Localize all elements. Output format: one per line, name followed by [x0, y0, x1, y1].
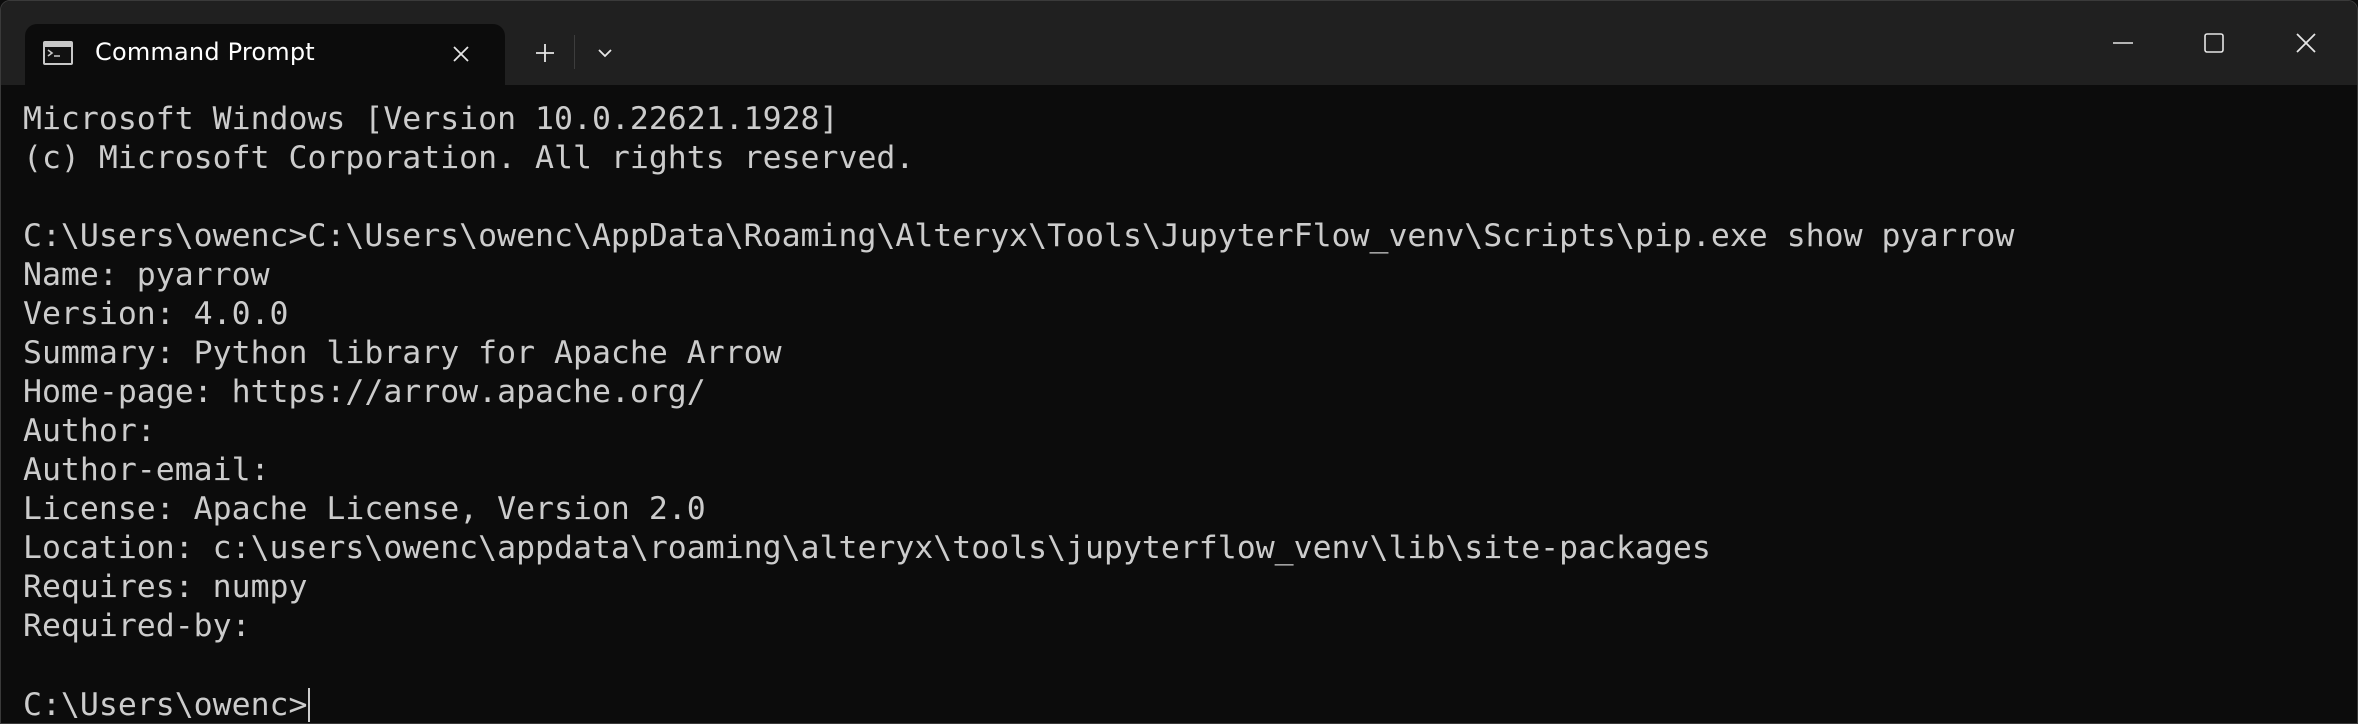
title-bar[interactable]: Command Prompt: [1, 1, 2357, 85]
minimize-button[interactable]: [2093, 15, 2153, 71]
terminal-line: License: Apache License, Version 2.0: [23, 491, 706, 527]
terminal-line: Requires: numpy: [23, 569, 308, 605]
terminal-line: (c) Microsoft Corporation. All rights re…: [23, 140, 915, 176]
terminal-line: Version: 4.0.0: [23, 296, 289, 332]
terminal-line: Summary: Python library for Apache Arrow: [23, 335, 782, 371]
tab-title: Command Prompt: [95, 38, 315, 66]
tab-dropdown-button[interactable]: [583, 33, 627, 73]
close-icon: [2296, 33, 2316, 53]
terminal-line: Location: c:\users\owenc\appdata\roaming…: [23, 530, 1711, 566]
text-cursor: [308, 687, 311, 722]
chevron-down-icon: [598, 49, 612, 58]
tab-divider: [574, 35, 575, 69]
maximize-icon: [2204, 33, 2224, 53]
prompt-text: C:\Users\owenc>: [23, 686, 308, 723]
new-tab-button[interactable]: [523, 33, 567, 73]
terminal-line: Home-page: https://arrow.apache.org/: [23, 374, 706, 410]
tab-command-prompt[interactable]: Command Prompt: [25, 24, 505, 85]
tab-close-button[interactable]: [445, 38, 477, 70]
close-window-button[interactable]: [2276, 15, 2336, 71]
terminal-line: Name: pyarrow: [23, 257, 270, 293]
maximize-button[interactable]: [2184, 15, 2244, 71]
terminal-line: Microsoft Windows [Version 10.0.22621.19…: [23, 101, 839, 137]
terminal-line: Author:: [23, 413, 156, 449]
plus-icon: [536, 44, 554, 62]
minimize-icon: [2113, 42, 2133, 44]
terminal-line: C:\Users\owenc>C:\Users\owenc\AppData\Ro…: [23, 218, 2015, 254]
terminal-icon: [43, 41, 73, 65]
command-prompt-line[interactable]: C:\Users\owenc>: [23, 685, 2343, 723]
terminal-output[interactable]: Microsoft Windows [Version 10.0.22621.19…: [23, 100, 2343, 723]
terminal-line: Author-email:: [23, 452, 270, 488]
close-icon: [453, 46, 469, 62]
terminal-window: Command Prompt Microsoft Windows [Versio…: [0, 0, 2358, 724]
terminal-line: Required-by:: [23, 608, 251, 644]
